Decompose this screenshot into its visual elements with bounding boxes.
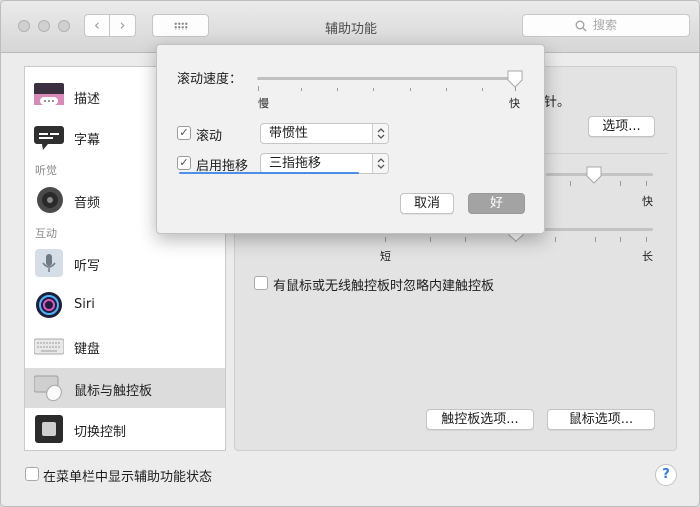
sidebar-item-label: 鼠标与触控板 [74,384,153,399]
ok-button[interactable]: 好 [468,193,525,214]
cancel-button[interactable]: 取消 [400,193,454,214]
slider-tick [646,237,647,242]
siri-icon [36,292,62,318]
mouse-trackpad-icon [34,375,62,402]
mouse-options-button[interactable]: 鼠标选项... [547,409,655,430]
switch-control-icon [35,415,63,443]
show-status-label: 在菜单栏中显示辅助功能状态 [43,470,213,485]
sidebar-item-label: 描述 [74,92,101,107]
ignore-trackpad-checkbox[interactable] [254,276,268,290]
double-click-speed-thumb[interactable] [586,166,602,184]
select-stepper [372,154,388,173]
sidebar-item-label: 字幕 [74,133,101,148]
slider-tick [430,237,431,242]
sidebar-item-label: 音频 [74,196,101,211]
slider-tick [410,88,411,91]
search-icon [575,20,587,32]
slider-tick [337,88,338,91]
slider-tick [595,237,596,242]
slider-tick [620,237,621,242]
sidebar-item-siri[interactable]: Siri [25,285,225,325]
options-button[interactable]: 选项... [588,116,655,137]
dragging-checkbox[interactable]: ✓ [177,156,191,170]
slider-tick [258,86,259,91]
trackpad-options-popover: 滚动速度： 慢 快 ✓ 滚动 带惯性 ✓ 启用拖移 三指拖移 取消 好 [156,44,545,234]
slider-tick [646,181,647,186]
scrolling-checkbox[interactable]: ✓ [177,126,191,140]
scroll-speed-track[interactable] [257,77,517,80]
double-click-fast-label: 快 [642,195,653,208]
sidebar-heading-hearing: 听觉 [35,164,57,177]
captions-icon [34,126,64,150]
speaker-icon [37,187,63,213]
sidebar-item-mouse-trackpad[interactable]: 鼠标与触控板 [25,368,225,408]
trackpad-options-button[interactable]: 触控板选项... [426,409,534,430]
spring-long-label: 长 [642,250,653,263]
slider-tick [465,237,466,242]
scrolling-select[interactable]: 带惯性 [260,123,389,144]
select-stepper [372,124,388,143]
microphone-icon [35,249,63,277]
sidebar-item-keyboard[interactable]: 键盘 [25,326,225,366]
checkmark-icon: ✓ [179,126,189,139]
spring-short-label: 短 [380,250,391,263]
dragging-select-value: 三指拖移 [269,156,322,171]
slow-label: 慢 [258,97,269,110]
show-status-checkbox[interactable] [25,467,39,481]
dragging-select[interactable]: 三指拖移 [260,153,389,174]
slider-tick [385,237,386,242]
slider-tick [301,88,302,91]
slider-tick [570,181,571,186]
help-button[interactable]: ? [655,464,677,486]
fast-label: 快 [509,97,520,110]
up-down-chevron-icon [377,158,385,169]
sidebar-item-label: 键盘 [74,342,101,357]
help-icon: ? [662,467,670,482]
focus-underline [179,172,359,174]
sidebar-heading-interacting: 互动 [35,227,57,240]
sidebar-item-switch-control[interactable]: 切换控制 [25,409,225,449]
up-down-chevron-icon [377,128,385,139]
slider-tick [482,88,483,91]
slider-tick [373,88,374,91]
slider-tick [555,237,556,242]
scrolling-label: 滚动 [196,129,223,144]
preferences-window: ‹ › 辅助功能 搜索 描述 字幕 听觉 音频 互动 听写 Siri 键盘 鼠标… [0,0,700,507]
ignore-trackpad-label: 有鼠标或无线触控板时忽略内建触控板 [273,279,495,294]
description-icon [34,83,64,105]
scrolling-select-value: 带惯性 [269,126,309,141]
keyboard-icon [34,338,64,355]
search-placeholder: 搜索 [593,18,618,32]
search-field[interactable]: 搜索 [522,14,690,37]
slider-tick [446,88,447,91]
slider-tick [620,181,621,186]
sidebar-item-label: 切换控制 [74,425,127,440]
checkmark-icon: ✓ [179,156,189,169]
sidebar-item-label: 听写 [74,259,101,274]
sidebar-item-dictation[interactable]: 听写 [25,243,225,283]
scroll-speed-thumb[interactable] [507,70,523,88]
scroll-speed-label: 滚动速度： [177,72,243,87]
partial-description-text: 针。 [544,95,571,110]
sidebar-item-label: Siri [74,297,95,312]
